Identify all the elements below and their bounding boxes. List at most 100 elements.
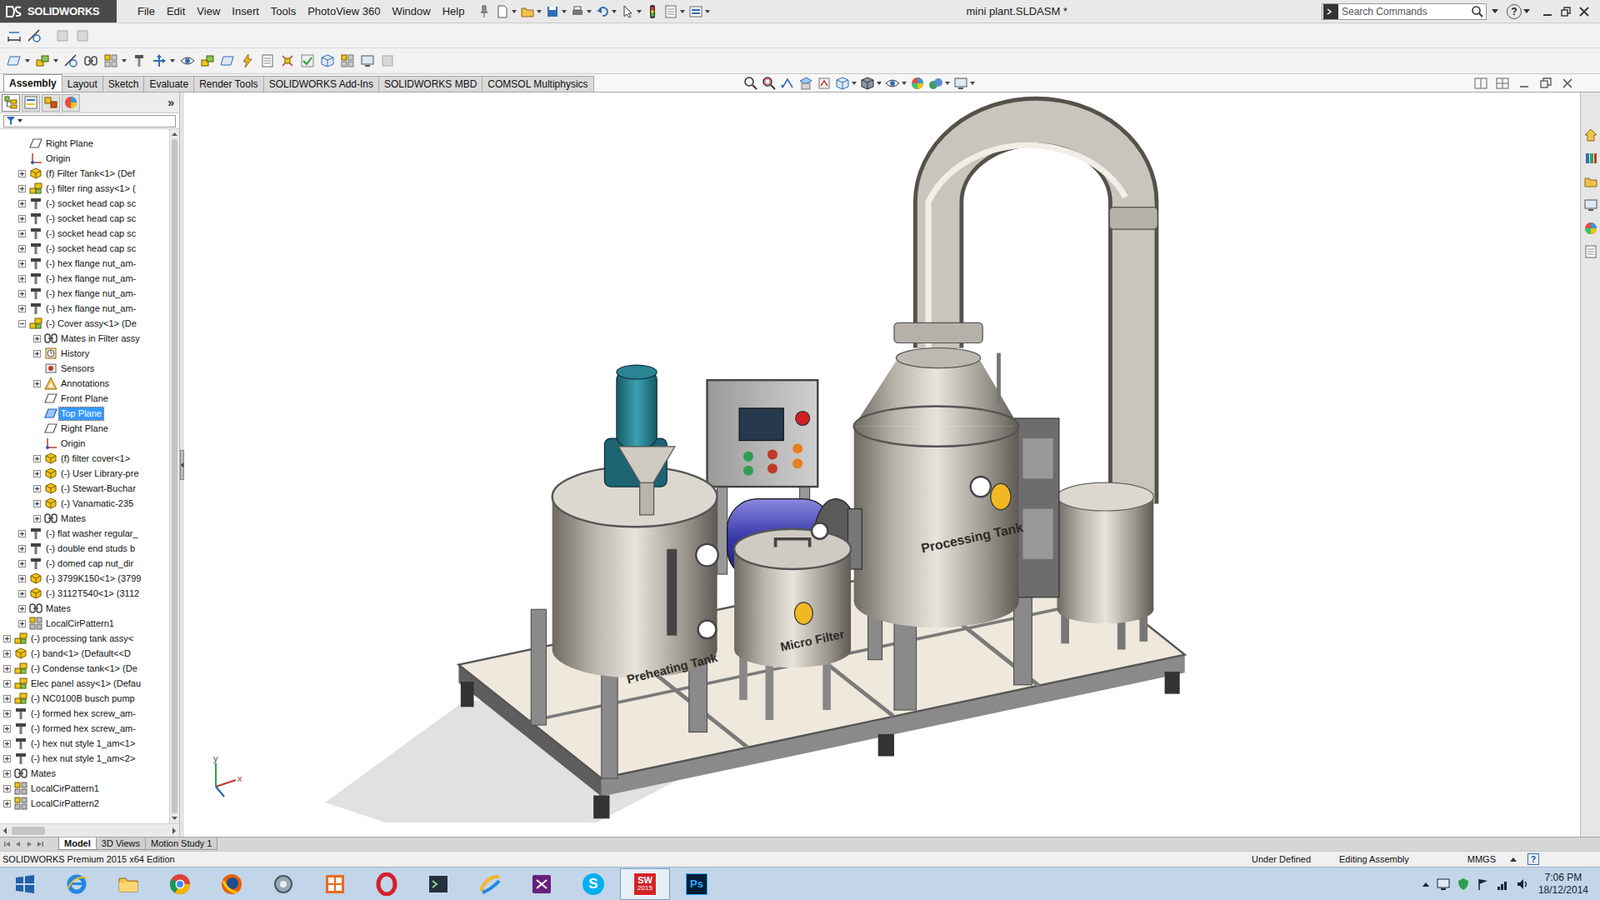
taskbar-button[interactable] (516, 868, 567, 900)
dropdown-arrow-icon[interactable] (170, 51, 177, 70)
panel-tab[interactable] (1, 94, 20, 112)
expander[interactable] (33, 515, 41, 523)
expander[interactable] (18, 575, 26, 583)
expander[interactable] (33, 380, 41, 388)
expander[interactable] (18, 200, 26, 208)
network-icon[interactable] (1496, 877, 1510, 891)
reference-plane-icon[interactable] (218, 51, 237, 70)
tree-item[interactable]: (-) 3112T540<1> (3112 (0, 585, 170, 601)
tree-item[interactable]: (-) double end studs b (0, 540, 170, 556)
expander[interactable] (18, 230, 26, 238)
viewport-minimize-icon[interactable] (1515, 74, 1534, 93)
zoom-area-icon[interactable] (760, 74, 779, 93)
scroll-left-icon[interactable] (0, 825, 10, 836)
dropdown-arrow-icon[interactable] (876, 74, 884, 93)
previous-view-icon[interactable] (778, 74, 797, 93)
expand-toggle-icon[interactable] (18, 185, 26, 193)
expand-toggle-icon[interactable] (33, 470, 41, 478)
insert-component-icon[interactable] (33, 51, 52, 70)
tree-item[interactable]: Mates (0, 600, 170, 616)
expand-toggle-icon[interactable] (3, 710, 11, 718)
expand-toggle-icon[interactable] (3, 785, 11, 793)
menu-item[interactable]: Help (436, 0, 471, 23)
last-tab-icon[interactable] (35, 840, 45, 849)
command-tab[interactable]: SOLIDWORKS Add-Ins (263, 75, 380, 92)
horizontal-scrollbar[interactable] (0, 823, 180, 837)
expander[interactable] (33, 500, 41, 508)
command-tab[interactable]: Sketch (102, 75, 145, 92)
tree-item[interactable]: Front Plane (0, 390, 170, 406)
rebuild-traffic-light-icon[interactable] (643, 2, 662, 21)
bill-of-materials-icon[interactable] (258, 51, 277, 70)
expand-toggle-icon[interactable] (18, 560, 26, 568)
tree-item[interactable]: Mates (0, 765, 170, 781)
expander[interactable] (3, 785, 11, 793)
section-view-icon[interactable] (796, 74, 815, 93)
expander[interactable] (3, 800, 11, 808)
new-motion-study-icon[interactable] (238, 51, 257, 70)
taskbar-button[interactable] (0, 868, 50, 900)
monitor-icon[interactable] (1436, 877, 1450, 891)
file-properties-icon[interactable] (661, 2, 680, 21)
expander[interactable] (18, 260, 26, 268)
next-tab-icon[interactable] (25, 840, 34, 849)
grey-tool-icon[interactable] (73, 26, 92, 45)
units-menu-icon[interactable] (1509, 855, 1518, 863)
expand-toggle-icon[interactable] (3, 740, 11, 748)
tree-item[interactable]: Right Plane (0, 420, 170, 436)
open-folder-icon[interactable] (518, 2, 537, 21)
sketch-icon[interactable] (25, 26, 44, 45)
taskbar-button[interactable] (103, 868, 154, 900)
custom-properties-icon[interactable] (1581, 242, 1600, 261)
expander[interactable] (18, 545, 26, 553)
instant3d-icon[interactable] (318, 51, 337, 70)
grey-tool-icon[interactable] (378, 51, 397, 70)
taskbar-button[interactable]: Ps (671, 868, 722, 900)
dropdown-arrow-icon[interactable] (636, 2, 644, 21)
expand-toggle-icon[interactable] (33, 455, 41, 463)
tree-item[interactable]: (-) processing tank assy< (0, 630, 170, 646)
tree-item[interactable]: (-) formed hex screw_am- (0, 705, 170, 721)
viewport-close-icon[interactable] (1558, 74, 1577, 93)
select-pointer-icon[interactable] (618, 2, 637, 21)
menu-item[interactable]: Tools (265, 0, 302, 23)
dropdown-arrow-icon[interactable] (17, 119, 23, 124)
tree-item[interactable]: (-) formed hex screw_am- (0, 720, 170, 736)
taskbar-button[interactable] (465, 868, 515, 900)
expander[interactable] (18, 275, 26, 283)
panel-tab[interactable] (41, 94, 60, 112)
minimize-button[interactable] (1538, 2, 1557, 21)
bottom-tab[interactable]: 3D Views (95, 837, 146, 850)
scroll-right-icon[interactable] (169, 825, 180, 836)
tree-item[interactable]: (-) NC0100B busch pump (0, 690, 170, 706)
expander[interactable] (18, 560, 26, 568)
expand-toggle-icon[interactable] (3, 755, 11, 763)
tree-item[interactable]: (-) socket head cap sc (0, 240, 170, 256)
expand-toggle-icon[interactable] (33, 485, 41, 493)
dropdown-arrow-icon[interactable] (611, 2, 619, 21)
expander[interactable] (18, 620, 26, 628)
expand-toggle-icon[interactable] (18, 545, 26, 553)
view-palette-icon[interactable] (1581, 195, 1600, 215)
menu-item[interactable]: PhotoView 360 (301, 0, 386, 23)
taskbar-button[interactable] (206, 868, 257, 900)
expand-toggle-icon[interactable] (3, 650, 11, 658)
tile-four-icon[interactable] (1493, 74, 1512, 93)
bottom-tab[interactable]: Model (58, 837, 97, 850)
tree-item[interactable]: Annotations (0, 375, 170, 391)
tree-item[interactable]: Mates in Filter assy (0, 330, 170, 346)
menu-item[interactable]: File (131, 0, 161, 23)
expander[interactable] (18, 185, 26, 193)
volume-icon[interactable] (1516, 877, 1530, 891)
collapse-arrow-icon[interactable] (180, 461, 184, 469)
tree-item[interactable]: (-) User Library-pre (0, 465, 170, 481)
expand-toggle-icon[interactable] (3, 635, 11, 643)
tree-item[interactable]: (-) flat washer regular_ (0, 525, 170, 541)
tree-item[interactable]: (-) 3799K150<1> (3799 (0, 570, 170, 586)
expander[interactable] (3, 650, 11, 658)
tree-item[interactable]: (-) socket head cap sc (0, 225, 170, 241)
dropdown-arrow-icon[interactable] (53, 51, 60, 70)
dropdown-arrow-icon[interactable] (586, 2, 594, 21)
view-orientation-icon[interactable] (833, 74, 852, 93)
tree-item[interactable]: LocalCirPattern1 (0, 780, 170, 796)
